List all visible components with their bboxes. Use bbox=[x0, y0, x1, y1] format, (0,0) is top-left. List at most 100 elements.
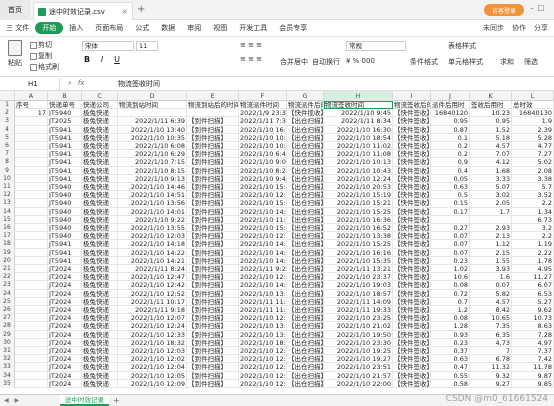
table-cell[interactable]: 2022/1/10 13:41 bbox=[239, 322, 287, 331]
table-cell[interactable]: 3.2 bbox=[512, 224, 554, 233]
table-cell[interactable]: 【到件扫描】 bbox=[187, 191, 239, 200]
row-number[interactable]: 12 bbox=[0, 191, 15, 200]
table-cell[interactable]: 2022/1/10 12:07 bbox=[118, 314, 187, 323]
table-cell[interactable]: 【到件扫描】 bbox=[187, 265, 239, 274]
table-cell[interactable]: 2022/1/10 22:00 bbox=[324, 379, 393, 388]
table-cell[interactable]: 极兔快递 bbox=[82, 207, 118, 216]
table-cell[interactable]: 2022/1/10 16:36 bbox=[324, 215, 393, 224]
row-number[interactable]: 18 bbox=[0, 240, 15, 249]
table-cell[interactable]: JT2024 bbox=[48, 289, 82, 298]
table-cell[interactable]: 9.62 bbox=[512, 306, 554, 315]
table-cell[interactable]: 【到件扫描】 bbox=[187, 355, 239, 364]
table-cell[interactable] bbox=[15, 183, 48, 192]
column-header[interactable]: C bbox=[82, 91, 118, 101]
copy-button[interactable]: 复制 bbox=[30, 51, 52, 61]
table-cell[interactable]: 17 bbox=[15, 109, 48, 118]
table-cell[interactable] bbox=[15, 174, 48, 183]
row-number[interactable]: 3 bbox=[0, 117, 15, 126]
row-number[interactable]: 21 bbox=[0, 265, 15, 274]
table-cell[interactable]: 【出仓扫描】 bbox=[287, 142, 324, 151]
table-cell[interactable]: 2022/1/10 16:52 bbox=[324, 224, 393, 233]
table-cell[interactable]: 1.02 bbox=[431, 265, 470, 274]
table-cell[interactable]: 2022/1/11 11:33 bbox=[239, 297, 287, 306]
table-cell[interactable]: 【快件签收】 bbox=[393, 232, 431, 241]
table-cell[interactable]: 2022/1/10 9:13 bbox=[118, 174, 187, 183]
table-cell[interactable]: 【快件签收】 bbox=[393, 248, 431, 257]
table-cell[interactable]: 4.97 bbox=[512, 338, 554, 347]
table-cell[interactable]: 【到件扫描】 bbox=[187, 207, 239, 216]
table-cell[interactable]: 8.42 bbox=[470, 306, 512, 315]
table-cell[interactable]: 2.08 bbox=[512, 166, 554, 175]
table-cell[interactable]: 1.68 bbox=[470, 166, 512, 175]
table-cell[interactable] bbox=[15, 232, 48, 241]
table-cell[interactable]: 2022/1/10 14:22 bbox=[118, 248, 187, 257]
table-cell[interactable]: 【出仓扫描】 bbox=[287, 297, 324, 306]
table-cell[interactable]: JT2024 bbox=[48, 306, 82, 315]
table-cell[interactable]: 11.27 bbox=[512, 273, 554, 282]
table-cell[interactable]: 2.2 bbox=[512, 232, 554, 241]
table-cell[interactable] bbox=[15, 158, 48, 167]
cell-style-button[interactable]: 单元格样式 bbox=[448, 57, 483, 67]
table-cell[interactable]: 【出仓扫描】 bbox=[287, 166, 324, 175]
table-cell[interactable]: 【快件签收】 bbox=[393, 363, 431, 372]
underline-button[interactable]: U bbox=[112, 55, 122, 64]
table-cell[interactable]: 9.32 bbox=[470, 371, 512, 380]
table-cell[interactable]: 2022/1/10 15:25 bbox=[239, 183, 287, 192]
table-cell[interactable]: 2022/1/11 9:25 bbox=[239, 265, 287, 274]
table-cell[interactable] bbox=[15, 191, 48, 200]
table-cell[interactable]: 【出仓扫描】 bbox=[287, 281, 324, 290]
name-box[interactable]: H1 bbox=[0, 77, 60, 90]
table-cell[interactable]: 7.28 bbox=[512, 330, 554, 339]
table-cell[interactable]: 极兔快递 bbox=[82, 371, 118, 380]
table-cell[interactable]: 0.08 bbox=[431, 281, 470, 290]
table-cell[interactable]: 2022/1/9 23:30 bbox=[239, 109, 287, 118]
table-cell[interactable]: JT5941 bbox=[48, 174, 82, 183]
table-cell[interactable]: 2022/1/11 7:37 bbox=[239, 117, 287, 126]
table-cell[interactable]: 2022/1/10 18:32 bbox=[118, 338, 187, 347]
table-cell[interactable]: 2022/1/10 11:26 bbox=[239, 215, 287, 224]
table-cell[interactable]: 7.42 bbox=[512, 355, 554, 364]
table-cell[interactable]: 【快件签收】 bbox=[393, 215, 431, 224]
table-cell[interactable]: 2022/1/10 12:24 bbox=[118, 322, 187, 331]
row-number[interactable]: 28 bbox=[0, 322, 15, 331]
table-cell[interactable]: 5.18 bbox=[470, 133, 512, 142]
table-cell[interactable]: 【到件扫描】 bbox=[187, 330, 239, 339]
table-cell[interactable]: 2022/1/10 15:48 bbox=[239, 199, 287, 208]
table-cell[interactable]: 2022/1/10 14:11 bbox=[239, 207, 287, 216]
table-cell[interactable] bbox=[470, 215, 512, 224]
wrap-button[interactable]: 自动换行 bbox=[312, 57, 340, 67]
row-number[interactable]: 11 bbox=[0, 183, 15, 192]
table-cell[interactable]: 【快件揽收】 bbox=[287, 109, 324, 118]
table-cell[interactable]: 0.37 bbox=[431, 347, 470, 356]
table-cell[interactable]: 【快件签收】 bbox=[393, 191, 431, 200]
table-cell[interactable]: JT5941 bbox=[48, 125, 82, 134]
table-cell[interactable]: 2022/1/10 12:48 bbox=[239, 314, 287, 323]
add-sheet-icon[interactable]: + bbox=[109, 396, 120, 405]
menu-right-item[interactable]: 未同步 bbox=[483, 23, 504, 33]
header-cell[interactable]: 签收后用时 bbox=[470, 101, 512, 110]
table-cell[interactable]: 1.34 bbox=[512, 207, 554, 216]
currency-buttons[interactable]: ¥ % 000 bbox=[346, 57, 375, 65]
table-cell[interactable]: 2022/1/10 14:01 bbox=[118, 207, 187, 216]
table-cell[interactable]: 【出仓扫描】 bbox=[287, 355, 324, 364]
table-cell[interactable]: 极兔快递 bbox=[82, 355, 118, 364]
table-cell[interactable] bbox=[15, 133, 48, 142]
table-cell[interactable]: 2022/1/10 12:25 bbox=[239, 347, 287, 356]
table-cell[interactable]: 极兔快递 bbox=[82, 133, 118, 142]
table-cell[interactable]: 【快件签收】 bbox=[393, 174, 431, 183]
table-cell[interactable] bbox=[15, 142, 48, 151]
table-cell[interactable] bbox=[431, 215, 470, 224]
table-cell[interactable]: 【快件签收】 bbox=[393, 125, 431, 134]
row-number[interactable]: 32 bbox=[0, 355, 15, 364]
table-cell[interactable]: 2022/1/10 14:21 bbox=[118, 256, 187, 265]
table-cell[interactable]: 极兔快递 bbox=[82, 125, 118, 134]
table-cell[interactable]: 【到件扫描】 bbox=[187, 248, 239, 257]
bold-button[interactable]: B bbox=[82, 55, 92, 64]
table-cell[interactable]: 【到件扫描】 bbox=[187, 142, 239, 151]
table-cell[interactable]: 极兔快递 bbox=[82, 240, 118, 249]
table-cell[interactable]: 2022/1/10 18:54 bbox=[324, 133, 393, 142]
table-cell[interactable] bbox=[15, 166, 48, 175]
table-cell[interactable]: 【出仓扫描】 bbox=[287, 273, 324, 282]
cut-button[interactable]: 剪切 bbox=[30, 40, 52, 50]
table-cell[interactable]: 2022/1/10 12:03 bbox=[118, 232, 187, 241]
